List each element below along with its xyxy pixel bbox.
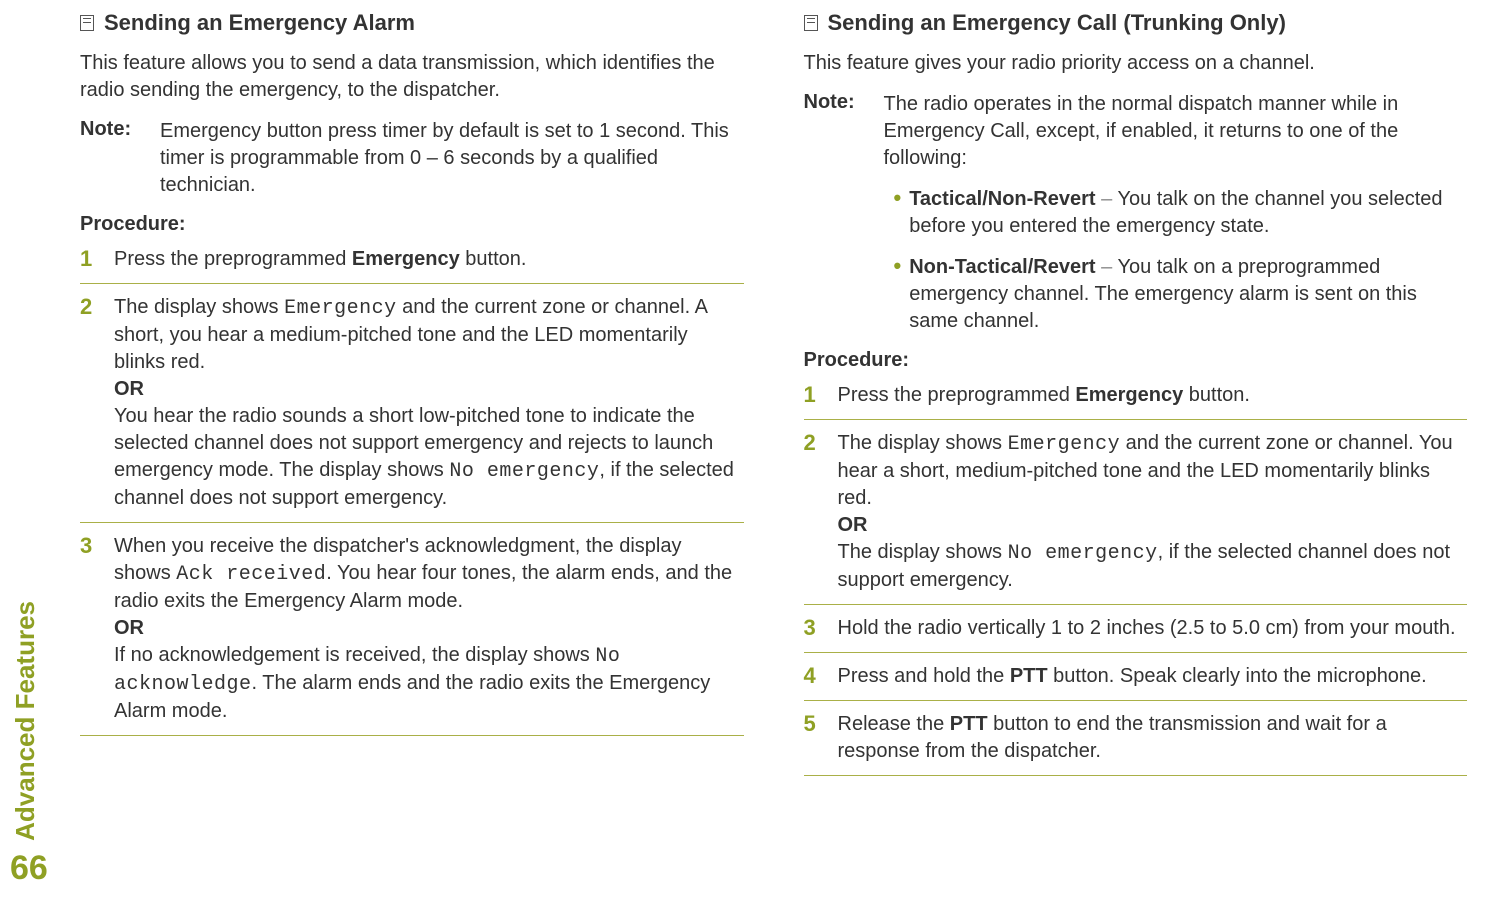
mono-text: No emergency bbox=[1008, 542, 1158, 565]
bold-text: PTT bbox=[950, 713, 988, 735]
section-title: Sending an Emergency Call (Trunking Only… bbox=[804, 10, 1468, 36]
text: The display shows bbox=[838, 541, 1008, 563]
step-3: 3 When you receive the dispatcher's ackn… bbox=[80, 533, 744, 736]
step-number: 2 bbox=[804, 430, 838, 594]
page-number: 66 bbox=[10, 849, 48, 888]
note-label: Note: bbox=[80, 118, 160, 199]
dash: – bbox=[1096, 256, 1118, 278]
text: Press the preprogrammed bbox=[114, 248, 352, 270]
step-number: 1 bbox=[80, 246, 114, 273]
step-1: 1 Press the preprogrammed Emergency butt… bbox=[804, 382, 1468, 420]
title-text: Sending an Emergency Alarm bbox=[104, 10, 415, 36]
step-number: 3 bbox=[804, 615, 838, 642]
dash: – bbox=[1096, 188, 1118, 210]
bold-text: Emergency bbox=[352, 248, 460, 270]
bullet-body: Non-Tactical/Revert – You talk on a prep… bbox=[909, 254, 1467, 335]
text: The display shows bbox=[838, 432, 1008, 454]
bullet-icon: • bbox=[894, 186, 902, 240]
procedure-label: Procedure: bbox=[804, 349, 1468, 372]
step-body: Press the preprogrammed Emergency button… bbox=[838, 382, 1468, 409]
mono-text: Ack received bbox=[176, 563, 326, 586]
step-body: Release the PTT button to end the transm… bbox=[838, 711, 1468, 765]
step-number: 1 bbox=[804, 382, 838, 409]
bold-text: PTT bbox=[1010, 665, 1048, 687]
or-text: OR bbox=[114, 617, 144, 639]
title-text: Sending an Emergency Call (Trunking Only… bbox=[828, 10, 1286, 36]
step-number: 2 bbox=[80, 294, 114, 512]
step-5: 5 Release the PTT button to end the tran… bbox=[804, 711, 1468, 776]
note-label: Note: bbox=[804, 91, 884, 172]
or-text: OR bbox=[114, 378, 144, 400]
bullet-icon: • bbox=[894, 254, 902, 335]
step-number: 4 bbox=[804, 663, 838, 690]
step-3: 3 Hold the radio vertically 1 to 2 inche… bbox=[804, 615, 1468, 653]
step-body: When you receive the dispatcher's acknow… bbox=[114, 533, 744, 725]
document-icon bbox=[80, 15, 94, 31]
step-number: 5 bbox=[804, 711, 838, 765]
bullet-list: • Tactical/Non-Revert – You talk on the … bbox=[894, 186, 1468, 335]
intro-text: This feature gives your radio priority a… bbox=[804, 50, 1468, 77]
mono-text: Emergency bbox=[284, 297, 397, 320]
text: Press and hold the bbox=[838, 665, 1010, 687]
step-1: 1 Press the preprogrammed Emergency butt… bbox=[80, 246, 744, 284]
step-2: 2 The display shows Emergency and the cu… bbox=[804, 430, 1468, 605]
text: The display shows bbox=[114, 296, 284, 318]
bullet-item: • Non-Tactical/Revert – You talk on a pr… bbox=[894, 254, 1468, 335]
step-body: Hold the radio vertically 1 to 2 inches … bbox=[838, 615, 1468, 642]
section-label: Advanced Features bbox=[10, 601, 41, 841]
page-columns: Sending an Emergency Alarm This feature … bbox=[80, 10, 1467, 786]
note-block: Note: Emergency button press timer by de… bbox=[80, 118, 744, 199]
step-body: The display shows Emergency and the curr… bbox=[838, 430, 1468, 594]
step-4: 4 Press and hold the PTT button. Speak c… bbox=[804, 663, 1468, 701]
right-column: Sending an Emergency Call (Trunking Only… bbox=[804, 10, 1468, 786]
bullet-item: • Tactical/Non-Revert – You talk on the … bbox=[894, 186, 1468, 240]
or-text: OR bbox=[838, 514, 868, 536]
step-body: Press the preprogrammed Emergency button… bbox=[114, 246, 744, 273]
bold-text: Tactical/Non-Revert bbox=[909, 188, 1095, 210]
step-body: The display shows Emergency and the curr… bbox=[114, 294, 744, 512]
note-body: The radio operates in the normal dispatc… bbox=[884, 91, 1468, 172]
bold-text: Non-Tactical/Revert bbox=[909, 256, 1095, 278]
intro-text: This feature allows you to send a data t… bbox=[80, 50, 744, 104]
text: button. Speak clearly into the microphon… bbox=[1048, 665, 1427, 687]
text: Press the preprogrammed bbox=[838, 384, 1076, 406]
procedure-label: Procedure: bbox=[80, 213, 744, 236]
document-icon bbox=[804, 15, 818, 31]
note-block: Note: The radio operates in the normal d… bbox=[804, 91, 1468, 172]
text: If no acknowledgement is received, the d… bbox=[114, 644, 595, 666]
text: Release the bbox=[838, 713, 950, 735]
text: button. bbox=[460, 248, 527, 270]
left-column: Sending an Emergency Alarm This feature … bbox=[80, 10, 744, 786]
sidebar: Advanced Features 66 bbox=[10, 601, 48, 888]
bullet-body: Tactical/Non-Revert – You talk on the ch… bbox=[909, 186, 1467, 240]
step-body: Press and hold the PTT button. Speak cle… bbox=[838, 663, 1468, 690]
step-number: 3 bbox=[80, 533, 114, 725]
note-body: Emergency button press timer by default … bbox=[160, 118, 744, 199]
mono-text: No emergency bbox=[449, 460, 599, 483]
section-title: Sending an Emergency Alarm bbox=[80, 10, 744, 36]
step-2: 2 The display shows Emergency and the cu… bbox=[80, 294, 744, 523]
mono-text: Emergency bbox=[1008, 433, 1121, 456]
bold-text: Emergency bbox=[1075, 384, 1183, 406]
text: button. bbox=[1183, 384, 1250, 406]
